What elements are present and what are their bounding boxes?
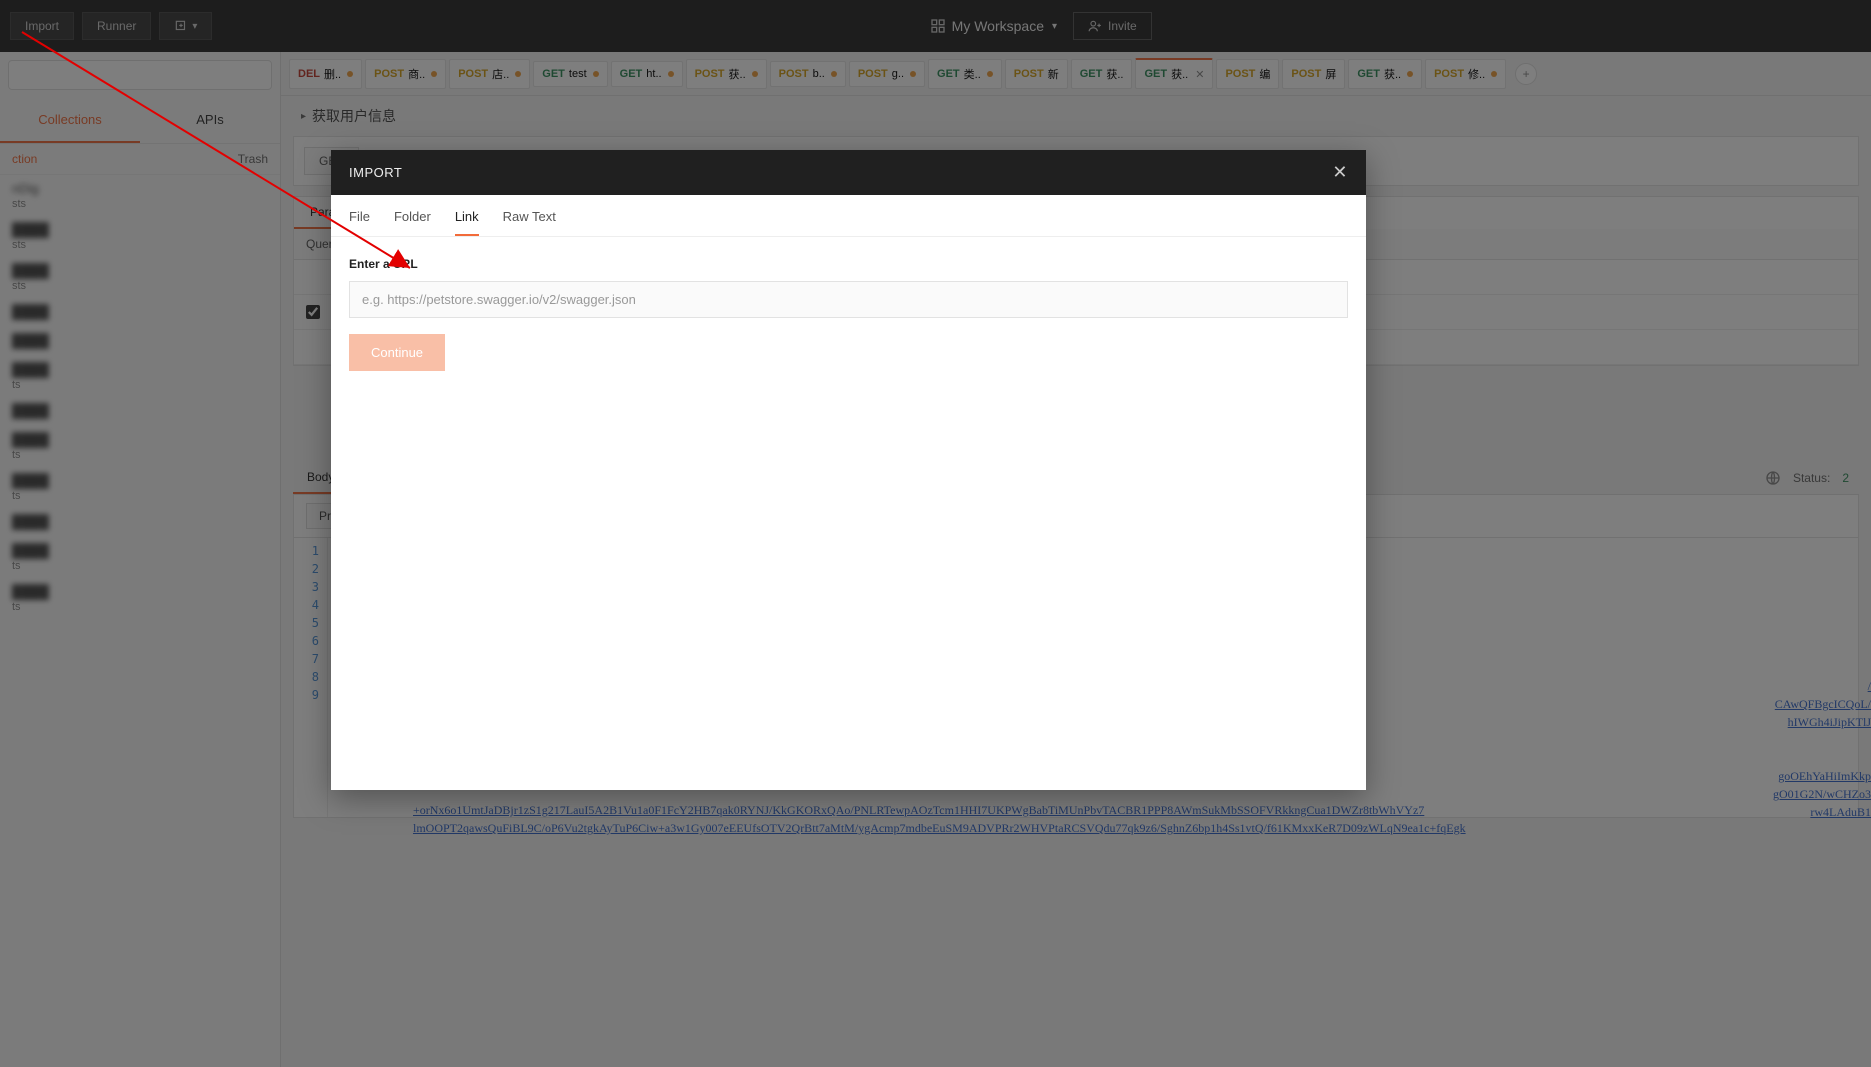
import-modal: IMPORT ✕ File Folder Link Raw Text Enter… [331,150,1366,790]
url-label: Enter a URL [349,257,1348,271]
url-input[interactable] [349,281,1348,318]
continue-button[interactable]: Continue [349,334,445,371]
import-tab-folder[interactable]: Folder [394,209,431,236]
import-tab-file[interactable]: File [349,209,370,236]
modal-header: IMPORT ✕ [331,150,1366,195]
import-tab-raw[interactable]: Raw Text [503,209,556,236]
close-icon[interactable]: ✕ [1332,162,1348,183]
modal-title: IMPORT [349,165,402,180]
import-tab-link[interactable]: Link [455,209,479,236]
